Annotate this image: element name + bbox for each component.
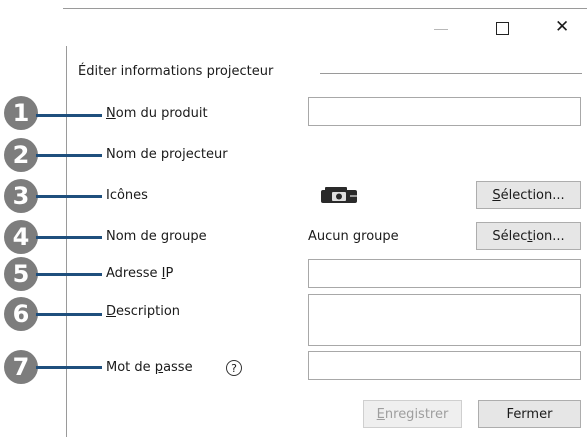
callout-badge-5: 5 (4, 257, 38, 291)
callout-badge-7: 7 (4, 350, 38, 384)
callout-pointer-4 (36, 236, 102, 239)
section-title: Éditer informations projecteur (78, 64, 274, 79)
close-icon[interactable]: ✕ (555, 17, 569, 37)
callout-badge-3: 3 (4, 179, 38, 213)
group-name-label: Nom de groupe (106, 229, 207, 244)
projector-icon (321, 187, 357, 203)
product-name-label: Nom du produit (106, 106, 208, 121)
close-button[interactable]: Fermer (478, 400, 581, 428)
callout-pointer-7 (36, 366, 102, 369)
password-field[interactable] (308, 351, 581, 380)
password-label: Mot de passe (106, 360, 193, 375)
projector-name-label: Nom de projecteur (106, 147, 228, 162)
save-button[interactable]: Enregistrer (363, 400, 462, 428)
description-label: Description (106, 304, 181, 319)
description-field[interactable] (308, 294, 581, 346)
callout-pointer-1 (36, 114, 102, 117)
callout-pointer-2 (36, 154, 102, 157)
window-top-border (63, 8, 587, 9)
ip-address-label: Adresse IP (106, 266, 174, 281)
callout-badge-2: 2 (4, 138, 38, 172)
callout-badge-6: 6 (4, 297, 38, 331)
icons-label: Icônes (106, 188, 148, 203)
window-left-border (66, 46, 67, 437)
product-name-field[interactable] (308, 97, 581, 126)
callout-pointer-6 (36, 313, 102, 316)
group-select-button[interactable]: Sélec t ion... (476, 222, 581, 250)
group-name-value: Aucun groupe (308, 229, 399, 244)
callout-pointer-3 (36, 195, 102, 198)
callout-pointer-5 (36, 273, 102, 276)
callout-badge-4: 4 (4, 220, 38, 254)
minimize-icon[interactable] (434, 29, 448, 30)
callout-badge-1: 1 (4, 96, 38, 130)
section-divider (320, 73, 582, 74)
maximize-icon[interactable] (496, 22, 509, 35)
ip-address-field[interactable] (308, 259, 581, 288)
icon-select-button[interactable]: Sélection... (476, 181, 581, 209)
help-icon[interactable]: ? (226, 360, 242, 376)
